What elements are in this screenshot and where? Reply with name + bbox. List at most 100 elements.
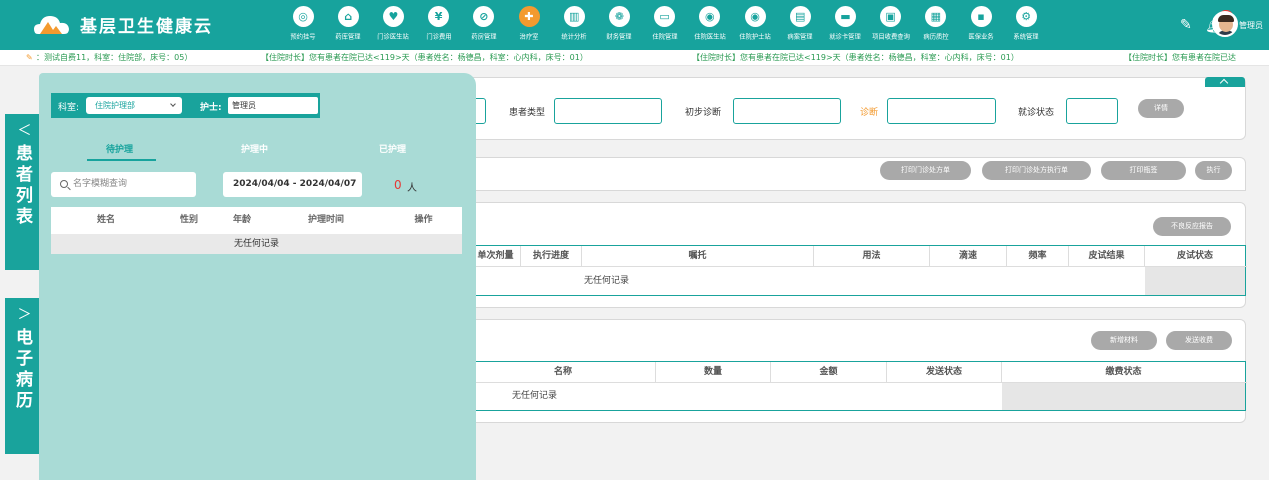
date-range-picker[interactable]: 2024/04/04 - 2024/04/07 (223, 172, 362, 197)
dept-select-value: 住院护理部 (95, 101, 135, 110)
prelim-diagnosis-label: 初步诊断 (685, 108, 722, 118)
patient-type-field[interactable] (554, 98, 662, 124)
diagnosis-field[interactable] (887, 98, 996, 124)
execute-button[interactable]: 执行 (1195, 161, 1232, 180)
column-header: 操作 (385, 207, 462, 234)
orders-table: 单次剂量 执行进度 嘱托 用法 滴速 频率 皮试结果 皮试状态 无任何记录 (470, 245, 1247, 296)
column-header: 名称 (471, 362, 656, 382)
tab-completed[interactable]: 已护理 (379, 142, 406, 155)
patient-count: 0 (394, 178, 402, 192)
diagnosis-label: 诊断 (860, 108, 879, 118)
nav-label: 财务管理 (606, 32, 632, 41)
column-header: 缴费状态 (1105, 367, 1142, 377)
nav-label: 住院医生站 (694, 32, 726, 41)
prelim-diagnosis-field[interactable] (733, 98, 841, 124)
search-placeholder: 名字模糊查询 (73, 179, 128, 189)
nav-item[interactable]: ▪ 医保业务 (957, 4, 1005, 48)
nav-item[interactable]: ▬ 就诊卡管理 (821, 4, 869, 48)
nav-item[interactable]: ⚙ 系统管理 (1002, 4, 1050, 48)
nav-item[interactable]: ◎ 预约挂号 (279, 4, 327, 48)
pill-icon: ⊘ (473, 6, 495, 27)
detail-button[interactable]: 详情 (1138, 99, 1184, 118)
nav-item[interactable]: ⊘ 药房管理 (460, 4, 508, 48)
adverse-reaction-button[interactable]: 不良反应报告 (1153, 217, 1231, 236)
nav-item[interactable]: ✚ 治疗室 (505, 4, 553, 48)
yuan-icon: ¥ (428, 6, 450, 27)
empty-state: 无任何记录 (51, 234, 462, 254)
nav-label: 门诊费用 (425, 32, 452, 41)
megaphone-icon: ✎ (26, 53, 33, 62)
nav-item[interactable]: ▭ 住院管理 (641, 4, 689, 48)
nurse-icon: ◉ (744, 6, 766, 27)
gear-icon: ⚙ (1015, 6, 1037, 27)
column-header: 性别 (161, 207, 217, 234)
search-icon (60, 180, 68, 188)
record-icon: ▤ (789, 6, 811, 27)
nav-label: 就诊卡管理 (829, 32, 862, 41)
doctor-icon: ♥ (382, 6, 404, 27)
search-input[interactable]: 名字模糊查询 (51, 172, 196, 197)
column-header: 数量 (656, 362, 771, 382)
nav-item[interactable]: ▣ 项目收费查询 (867, 4, 915, 48)
bill-icon: ▣ (880, 6, 902, 27)
nav-label: 门诊医生站 (377, 32, 410, 41)
nav-item[interactable]: ◉ 住院护士站 (731, 4, 779, 48)
nav-label: 统计分析 (561, 32, 587, 41)
column-header: 年龄 (217, 207, 267, 234)
nav-label: 预约挂号 (290, 32, 316, 41)
print-label-button[interactable]: 打印瓶签 (1101, 161, 1186, 180)
nav-item[interactable]: ◉ 住院医生站 (686, 4, 734, 48)
bed-icon: ▭ (654, 6, 676, 27)
print-rx-button[interactable]: 打印门诊处方单 (880, 161, 971, 180)
nav-item[interactable]: ❁ 财务管理 (595, 4, 643, 48)
inpatient-doctor-icon: ◉ (699, 6, 721, 27)
nav-label: 药房管理 (471, 32, 497, 41)
active-tab-indicator (87, 159, 156, 161)
ticker-message: ：测试自费11，科室：住院部，床号：05） (36, 53, 193, 62)
nav-label: 药库管理 (335, 32, 361, 41)
add-material-button[interactable]: 新增材料 (1091, 331, 1157, 350)
tab-pending[interactable]: 待护理 (106, 142, 133, 155)
patient-count-unit: 人 (407, 183, 417, 194)
home-icon: ⌂ (337, 6, 359, 27)
column-header: 单次剂量 (471, 246, 521, 266)
materials-card: 新增材料 发送收费 名称 数量 金额 发送状态 缴费状态 无任何记录 (464, 319, 1247, 423)
user-name[interactable]: 管理员 (1239, 20, 1263, 31)
nav-item[interactable]: ⌂ 药库管理 (324, 4, 372, 48)
nav-item[interactable]: ▥ 统计分析 (550, 4, 598, 48)
materials-table: 名称 数量 金额 发送状态 缴费状态 无任何记录 (470, 361, 1247, 411)
notification-ticker: ✎ ：测试自费11，科室：住院部，床号：05） 【住院时长】您有患者在院已达<1… (0, 50, 1269, 66)
column-header: 皮试结果 (1069, 246, 1145, 266)
ticker-message: 【住院时长】您有患者在院已达 (1124, 53, 1236, 62)
empty-state: 无任何记录 (584, 276, 630, 286)
send-charge-button[interactable]: 发送收费 (1166, 331, 1232, 350)
nav-item[interactable]: ¥ 门诊费用 (415, 4, 463, 48)
quality-icon: ▦ (925, 6, 947, 27)
column-header: 发送状态 (887, 362, 1002, 382)
finance-icon: ❁ (608, 6, 630, 27)
avatar[interactable] (1212, 11, 1238, 37)
calendar-icon: ◎ (292, 6, 314, 27)
nav-item[interactable]: ♥ 门诊医生站 (369, 4, 417, 48)
collapse-toggle[interactable] (1205, 77, 1245, 87)
nav-item[interactable]: ▤ 病案管理 (776, 4, 824, 48)
orders-card: 不良反应报告 单次剂量 执行进度 嘱托 用法 滴速 频率 皮试结果 皮试状态 无… (464, 202, 1247, 308)
column-header: 嘱托 (582, 246, 814, 266)
patient-table: 姓名 性别 年龄 护理时间 操作 无任何记录 (51, 207, 462, 254)
dept-label: 科室: (58, 103, 80, 113)
nav-label: 病案管理 (787, 32, 813, 41)
tab-in-progress[interactable]: 护理中 (241, 142, 268, 155)
nurse-field[interactable]: 管理员 (228, 97, 318, 114)
visit-status-field[interactable] (1066, 98, 1118, 124)
nav-label: 治疗室 (519, 32, 539, 41)
patient-type-label: 患者类型 (509, 108, 546, 118)
nav-label: 住院管理 (651, 32, 678, 41)
dept-select[interactable]: 住院护理部 (86, 97, 182, 114)
app-title: 基层卫生健康云 (80, 17, 213, 37)
print-rx-exec-button[interactable]: 打印门诊处方执行单 (982, 161, 1091, 180)
column-header: 用法 (814, 246, 930, 266)
toolbar-card: 打印门诊处方单 打印门诊处方执行单 打印瓶签 执行 (464, 157, 1246, 191)
nav-label: 项目收费查询 (871, 32, 910, 41)
nav-item[interactable]: ▦ 病历质控 (912, 4, 960, 48)
edit-icon[interactable]: ✎ (1180, 17, 1192, 33)
